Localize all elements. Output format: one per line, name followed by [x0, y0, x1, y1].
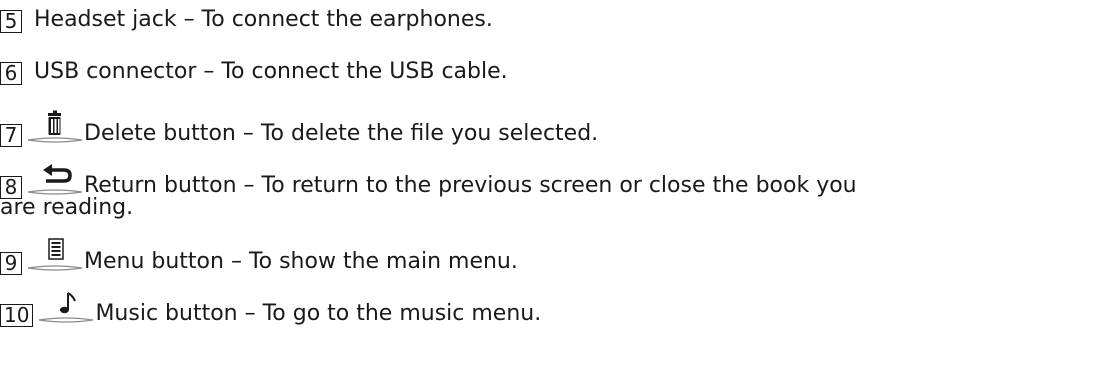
item-number: 6 — [0, 62, 22, 85]
trash-button-icon — [26, 110, 84, 144]
item-text: Menu button – To show the main menu. — [84, 249, 518, 274]
item-text-continuation: are reading. — [0, 195, 134, 220]
list-item-5: 5 Headset jack – To connect the earphones… — [0, 6, 493, 34]
item-number: 5 — [0, 10, 22, 33]
item-text: USB connector – To connect the USB cable… — [34, 59, 508, 84]
item-text: Delete button – To delete the file you s… — [84, 121, 599, 146]
item-text: Music button – To go to the music menu. — [95, 301, 542, 326]
list-item-6: 6 USB connector – To connect the USB cabl… — [0, 58, 508, 86]
music-note-button-icon — [37, 290, 95, 324]
return-arrow-button-icon — [26, 162, 84, 196]
menu-list-button-icon — [26, 238, 84, 272]
list-item-8-continuation: are reading. — [0, 194, 133, 222]
list-item-9: 9 Menu button – To show the main menu. — [0, 238, 518, 276]
item-number: 9 — [0, 252, 22, 275]
item-number: 7 — [0, 124, 22, 147]
item-text: Return button – To return to the previou… — [84, 173, 857, 198]
list-item-7: 7 Delete button – To delete the file you… — [0, 110, 598, 148]
list-item-10: 10 Music button – To go to the music men… — [0, 290, 541, 328]
item-number: 10 — [0, 304, 34, 327]
item-text: Headset jack – To connect the earphones. — [34, 7, 493, 32]
